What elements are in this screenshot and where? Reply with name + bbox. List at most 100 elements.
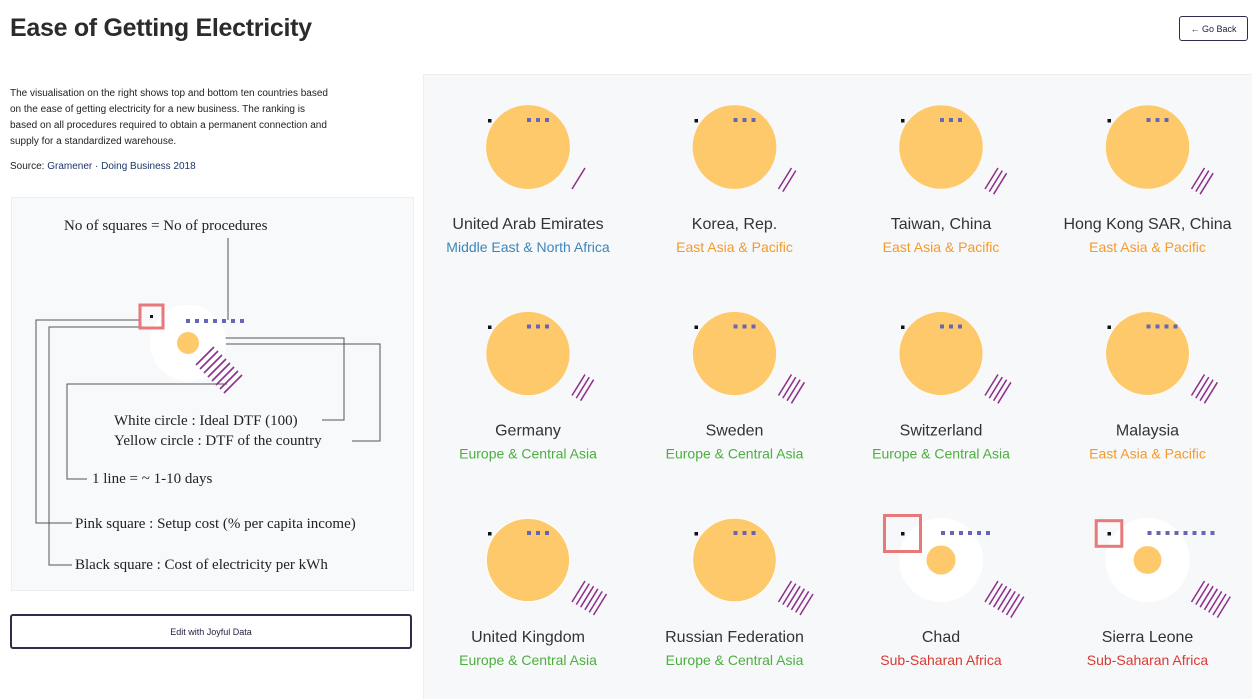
dtf-circle: [899, 311, 983, 396]
day-line: [786, 379, 801, 402]
day-line: [575, 583, 590, 605]
procedure-square: [1155, 118, 1160, 122]
procedure-square: [1155, 324, 1160, 329]
procedure-square: [949, 118, 953, 122]
region-name-germany: Europe & Central Asia: [459, 446, 597, 462]
procedure-square: [1164, 324, 1169, 329]
day-line: [579, 585, 595, 608]
electricity-cost-square: [488, 119, 492, 123]
region-name-switzerland: Europe & Central Asia: [872, 446, 1010, 462]
day-line: [988, 376, 1003, 399]
legend-lines-label: 1 line = ~ 1-10 days: [92, 471, 212, 487]
electricity-cost-square: [1107, 325, 1111, 329]
procedure-square: [545, 118, 549, 122]
day-line: [782, 170, 797, 192]
intro-description: The visualisation on the right shows top…: [10, 88, 328, 147]
country-glyph-united-kingdom[interactable]: United Kingdom Europe & Central Asia: [459, 518, 608, 668]
procedure-square: [545, 531, 549, 535]
procedure-square: [742, 531, 747, 535]
procedure-square: [536, 118, 540, 122]
procedure-square: [1164, 118, 1169, 122]
electricity-cost-square: [901, 119, 905, 123]
region-name-chad: Sub-Saharan Africa: [880, 652, 1002, 668]
procedure-square: [1146, 324, 1151, 329]
procedure-square: [977, 531, 981, 535]
day-line: [1005, 593, 1021, 616]
country-glyphs: United Arab Emirates Middle East & North …: [446, 105, 1232, 669]
electricity-cost-square: [488, 325, 492, 329]
edit-with-joyful-data-button[interactable]: Edit with Joyful Data: [10, 614, 412, 649]
day-line: [988, 170, 1003, 192]
procedure-square: [527, 531, 531, 535]
country-name-united-arab-emirates: United Arab Emirates: [452, 216, 603, 233]
day-line: [997, 381, 1012, 404]
day-line: [1195, 583, 1210, 605]
procedure-square: [545, 324, 549, 329]
day-line: [799, 593, 814, 616]
procedure-square: [986, 531, 990, 535]
source-link[interactable]: Gramener · Doing Business 2018: [47, 161, 195, 172]
procedure-square: [1201, 531, 1206, 535]
day-line: [984, 374, 999, 396]
procedure-square: [1165, 531, 1170, 535]
region-name-sierra-leone: Sub-Saharan Africa: [1087, 652, 1209, 668]
day-line: [1195, 170, 1210, 192]
procedure-square: [733, 324, 738, 329]
day-line: [782, 583, 797, 605]
country-glyph-korea-rep[interactable]: Korea, Rep. East Asia & Pacific: [676, 105, 797, 255]
procedure-square: [751, 118, 756, 122]
electricity-cost-square: [1107, 532, 1111, 536]
country-glyph-malaysia[interactable]: Malaysia East Asia & Pacific: [1089, 311, 1219, 462]
legend-yellow-circle-label: Yellow circle : DTF of the country: [114, 433, 322, 449]
country-glyph-united-arab-emirates[interactable]: United Arab Emirates Middle East & North …: [446, 105, 610, 255]
procedure-square: [742, 118, 747, 122]
country-glyph-russian-federation[interactable]: Russian Federation Europe & Central Asia: [665, 518, 814, 668]
country-name-united-kingdom: United Kingdom: [471, 629, 585, 646]
procedure-square: [1183, 531, 1188, 535]
day-line: [588, 591, 603, 613]
procedure-square: [958, 324, 962, 329]
country-name-sierra-leone: Sierra Leone: [1102, 629, 1194, 646]
country-name-sweden: Sweden: [706, 423, 764, 440]
day-line: [1190, 374, 1206, 396]
country-glyph-taiwan-china[interactable]: Taiwan, China East Asia & Pacific: [883, 105, 1008, 255]
dtf-circle: [486, 311, 570, 396]
day-line: [1199, 172, 1214, 195]
electricity-cost-square: [694, 532, 698, 536]
day-line: [782, 376, 797, 399]
day-line: [790, 381, 806, 404]
country-glyph-switzerland[interactable]: Switzerland Europe & Central Asia: [872, 311, 1012, 462]
connector-lines: [66, 383, 227, 480]
region-name-russian-federation: Europe & Central Asia: [666, 652, 804, 668]
country-glyph-hong-kong-sar-china[interactable]: Hong Kong SAR, China East Asia & Pacific: [1063, 105, 1232, 255]
country-name-hong-kong-sar-china: Hong Kong SAR, China: [1063, 216, 1231, 233]
day-line: [790, 588, 806, 611]
region-name-united-kingdom: Europe & Central Asia: [459, 652, 597, 668]
procedure-square: [950, 531, 954, 535]
day-line: [992, 585, 1008, 608]
day-line: [1199, 585, 1214, 608]
country-glyph-germany[interactable]: Germany Europe & Central Asia: [459, 311, 597, 462]
legend-procedures-label: No of squares = No of procedures: [64, 218, 268, 234]
go-back-button[interactable]: ← Go Back: [1179, 16, 1248, 41]
procedure-square: [940, 118, 944, 122]
day-line: [777, 167, 793, 190]
day-line: [984, 167, 999, 190]
country-glyph-sweden[interactable]: Sweden Europe & Central Asia: [666, 311, 806, 462]
procedure-square: [751, 531, 756, 535]
electricity-cost-square: [694, 119, 698, 123]
dtf-circle: [1106, 312, 1189, 395]
country-glyph-chad[interactable]: Chad Sub-Saharan Africa: [880, 514, 1025, 669]
country-name-malaysia: Malaysia: [1116, 423, 1179, 440]
dtf-circle: [1105, 105, 1190, 189]
country-name-russian-federation: Russian Federation: [665, 629, 804, 646]
day-line: [584, 588, 599, 611]
procedure-square: [941, 531, 945, 535]
country-grid: United Arab Emirates Middle East & North …: [423, 74, 1252, 699]
procedure-square: [1156, 531, 1161, 535]
procedure-square: [1210, 531, 1215, 535]
country-glyph-sierra-leone[interactable]: Sierra Leone Sub-Saharan Africa: [1087, 518, 1231, 668]
source-line: Source: Gramener · Doing Business 2018: [10, 161, 196, 172]
electricity-cost-square: [1107, 119, 1111, 123]
legend-black-square-label: Black square : Cost of electricity per k…: [75, 557, 328, 573]
